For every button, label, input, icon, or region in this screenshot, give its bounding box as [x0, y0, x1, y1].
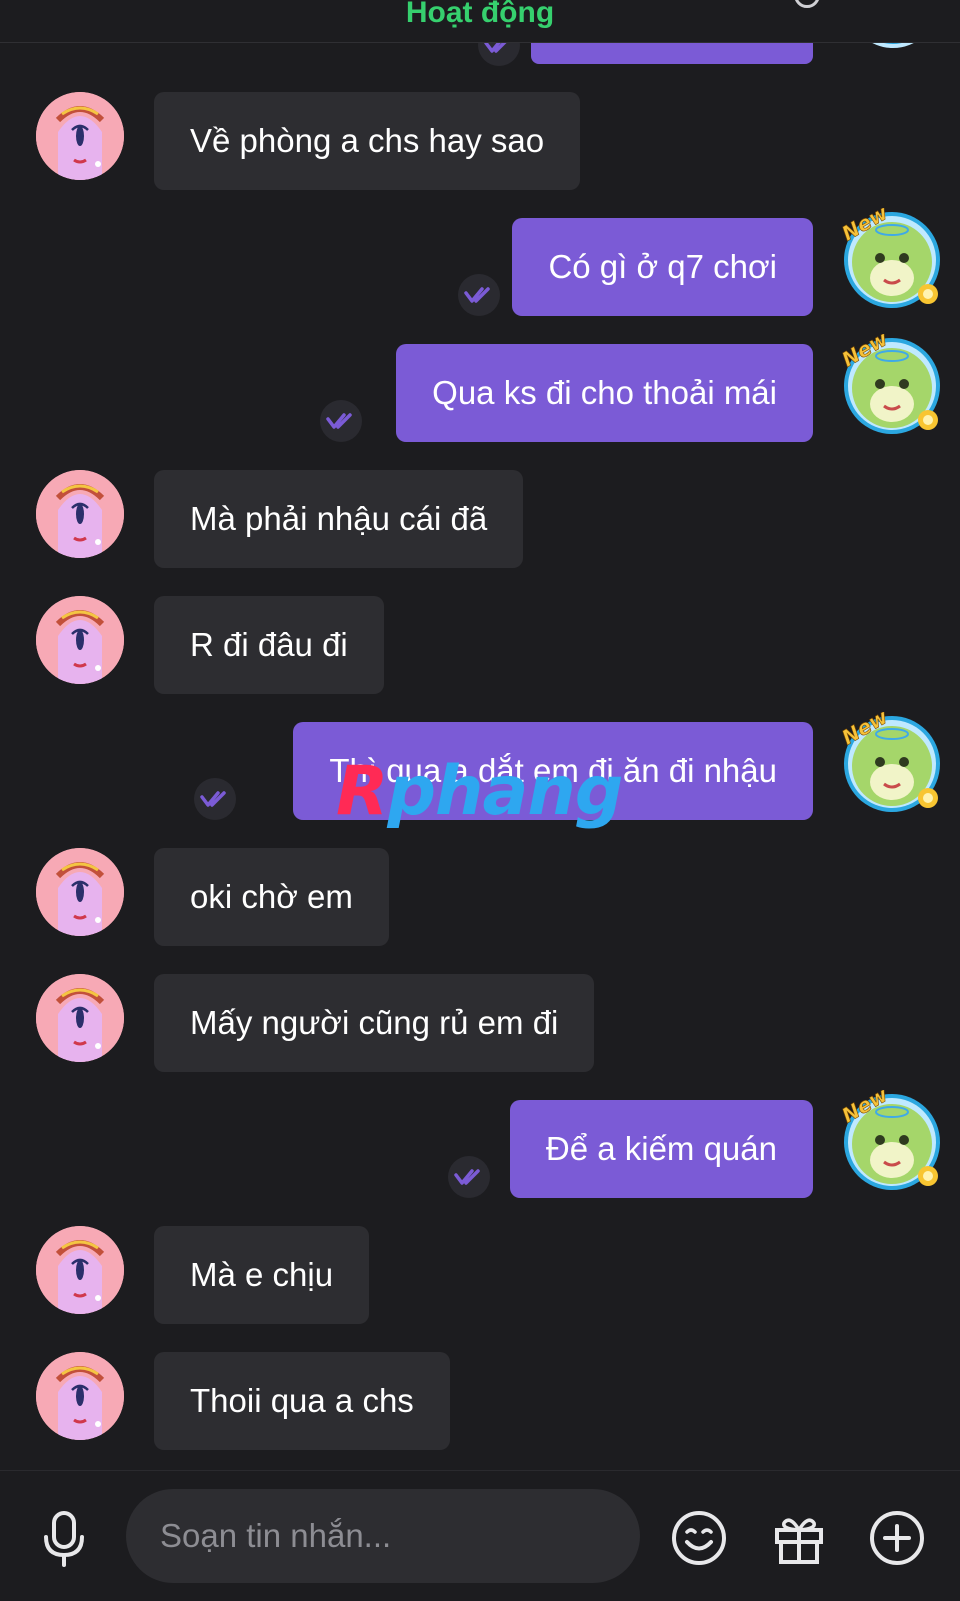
message-bubble-outgoing[interactable]: Có gì ở q7 chơi — [512, 218, 813, 316]
message-row-outgoing: Có gì ở q7 chơi New — [0, 208, 960, 316]
read-receipt-icon — [448, 1156, 490, 1198]
message-bubble-incoming[interactable]: Mấy người cũng rủ em đi — [154, 974, 595, 1072]
avatar-self[interactable]: New — [838, 1090, 940, 1192]
message-row-outgoing: Qua ks đi cho thoải mái New — [0, 334, 960, 442]
message-bubble-incoming[interactable]: Thoii qua a chs — [154, 1352, 450, 1450]
composer-bar — [0, 1470, 960, 1601]
add-icon[interactable] — [868, 1509, 926, 1567]
message-bubble-incoming[interactable]: oki chờ em — [154, 848, 389, 946]
message-bubble-incoming[interactable]: Mà phải nhậu cái đã — [154, 470, 524, 568]
online-status: Hoạt động — [405, 0, 555, 29]
avatar-contact[interactable] — [36, 974, 124, 1062]
message-bubble-outgoing[interactable]: Để a kiếm quán — [509, 1100, 813, 1198]
avatar-contact[interactable] — [36, 92, 124, 180]
read-receipt-icon — [320, 400, 362, 442]
avatar-self[interactable]: New — [838, 208, 940, 310]
message-bubble-incoming[interactable]: R đi đâu đi — [154, 596, 384, 694]
avatar-contact[interactable] — [36, 470, 124, 558]
avatar-self[interactable]: New — [838, 334, 940, 436]
gift-icon[interactable] — [770, 1509, 828, 1567]
emoji-icon[interactable] — [670, 1509, 728, 1567]
message-bubble-incoming[interactable]: Về phòng a chs hay sao — [154, 92, 581, 190]
watermark-logo: Rphang — [336, 752, 623, 831]
avatar-contact[interactable] — [36, 848, 124, 936]
read-receipt-icon — [458, 274, 500, 316]
read-receipt-icon — [194, 778, 236, 820]
chat-header: Hoạt động — [0, 0, 960, 43]
message-bubble-incoming[interactable]: Mà e chịu — [154, 1226, 370, 1324]
avatar-contact[interactable] — [36, 596, 124, 684]
message-input[interactable] — [126, 1489, 640, 1583]
avatar-contact[interactable] — [36, 1226, 124, 1314]
avatar-contact[interactable] — [36, 1352, 124, 1440]
avatar-self[interactable]: New — [838, 712, 940, 814]
microphone-icon[interactable] — [40, 1511, 88, 1567]
message-row-outgoing: Để a kiếm quán New — [0, 1090, 960, 1198]
message-bubble-outgoing[interactable]: Qua ks đi cho thoải mái — [396, 344, 813, 442]
